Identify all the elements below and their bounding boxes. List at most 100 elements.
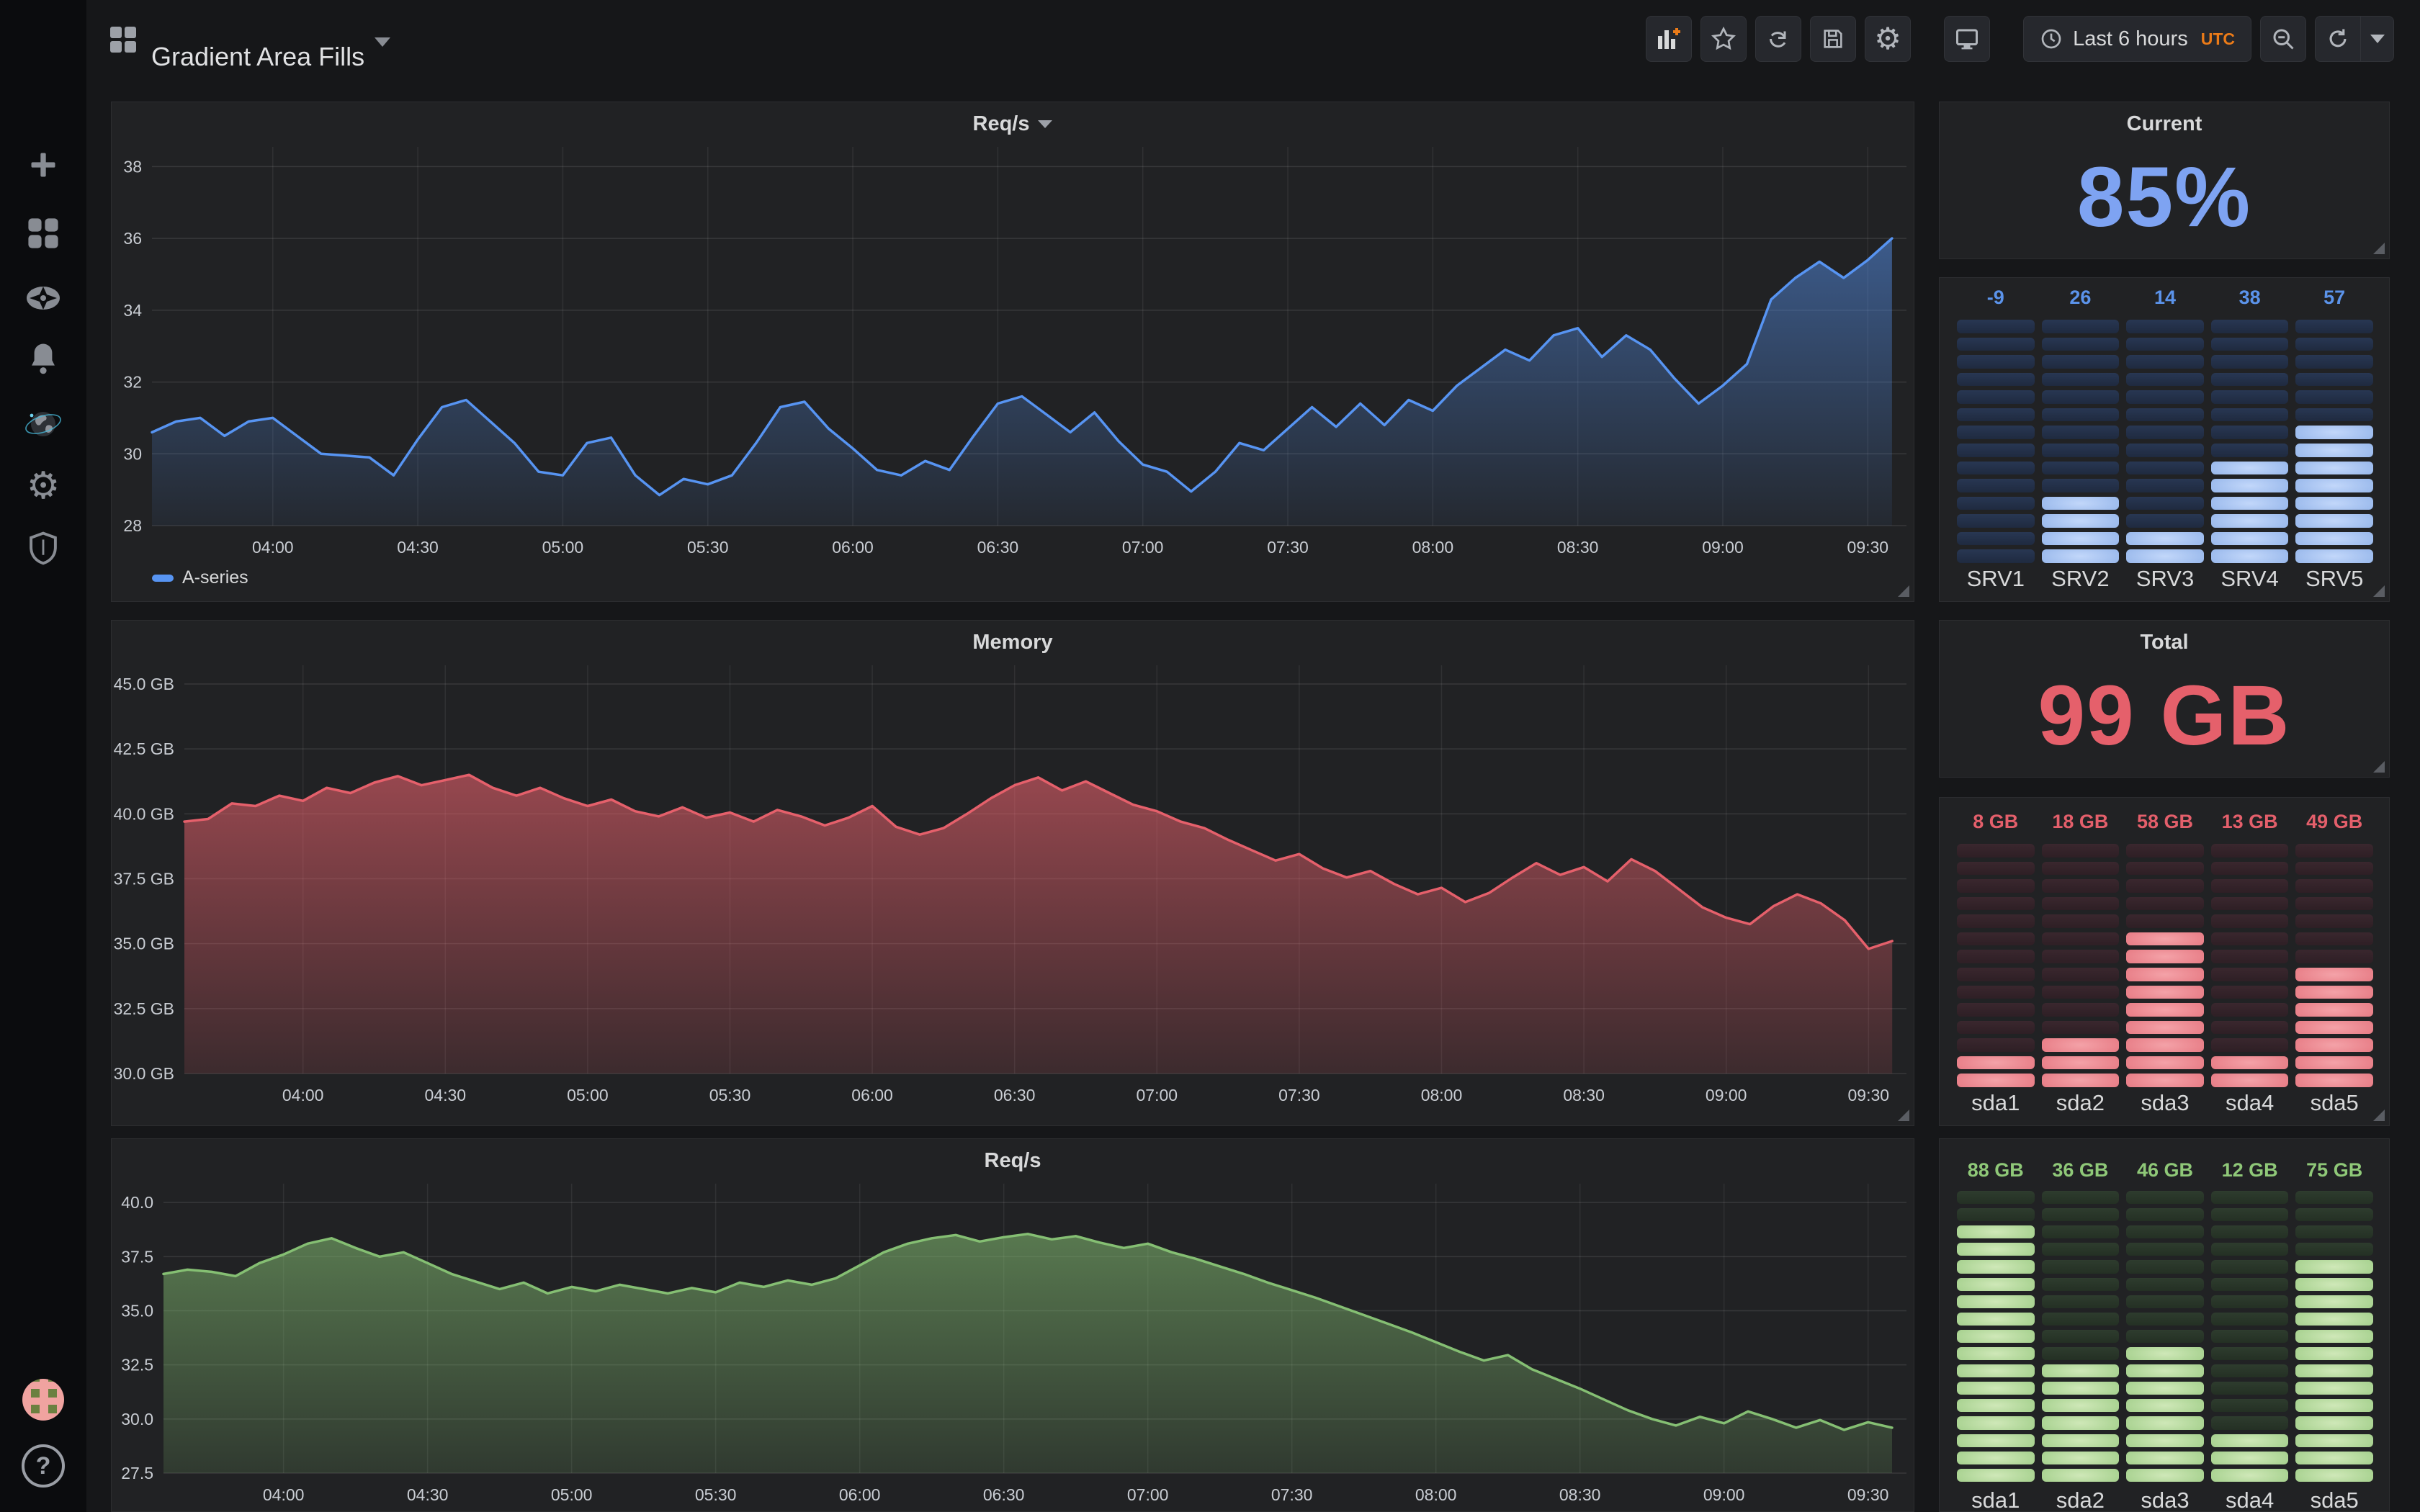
gauge-cell-unlit — [2126, 426, 2204, 439]
gauge-cell-unlit — [2126, 1260, 2204, 1273]
panel-resize-handle[interactable] — [1898, 585, 1909, 597]
gauge-cell-lit — [2042, 1469, 2120, 1482]
gauge-cell-stack — [2042, 320, 2120, 563]
dashboard-settings-button[interactable]: ⚙ — [1865, 16, 1911, 62]
panel-resize-handle[interactable] — [2373, 243, 2385, 254]
gauge-cell-unlit — [2042, 879, 2120, 893]
lcd-gauge-column: -9SRV1 — [1957, 278, 2035, 601]
gauge-cell-lit — [2295, 532, 2373, 546]
refresh-interval-button[interactable] — [2361, 16, 2394, 62]
panel-title-current[interactable]: Current — [1940, 102, 2389, 145]
gauge-cell-unlit — [2211, 426, 2289, 439]
gauge-cell-unlit — [2211, 932, 2289, 946]
svg-text:09:00: 09:00 — [1703, 1485, 1745, 1504]
gauge-cell-unlit — [1957, 426, 2035, 439]
gauge-name-label: sda2 — [2042, 1488, 2120, 1512]
sidebar-item-create[interactable] — [0, 135, 86, 195]
panel-title-total[interactable]: Total — [1940, 621, 2389, 664]
gauge-cell-unlit — [2042, 932, 2120, 946]
gauge-cell-lit — [1957, 1313, 2035, 1326]
gauge-cell-unlit — [2211, 1295, 2289, 1308]
total-stat-value: 99 GB — [1940, 662, 2389, 768]
panel-title-reqs-green[interactable]: Req/s — [112, 1139, 1914, 1182]
lcd-gauge-column: 18 GBsda2 — [2042, 798, 2120, 1125]
gauge-cell-unlit — [1957, 549, 2035, 563]
save-button[interactable] — [1810, 16, 1856, 62]
svg-text:30: 30 — [123, 444, 142, 463]
user-avatar[interactable] — [0, 1369, 86, 1430]
svg-text:27.5: 27.5 — [121, 1464, 153, 1482]
sidebar-item-server-admin[interactable] — [0, 518, 86, 578]
gauge-value-label: 88 GB — [1957, 1159, 2035, 1182]
share-button[interactable] — [1755, 16, 1801, 62]
panel-srv-gauge-blue: -9SRV126SRV214SRV338SRV457SRV5 — [1939, 277, 2390, 602]
gauge-cell-unlit — [2211, 373, 2289, 387]
title-dropdown-icon[interactable] — [375, 37, 390, 47]
gauge-cell-unlit — [2211, 390, 2289, 404]
gauge-cell-unlit — [1957, 862, 2035, 876]
svg-text:06:00: 06:00 — [839, 1485, 881, 1504]
lcd-gauge-column: 75 GBsda5 — [2295, 1139, 2373, 1511]
gauge-cell-unlit — [2126, 408, 2204, 422]
add-panel-button[interactable] — [1646, 16, 1692, 62]
gauge-cell-unlit — [1957, 914, 2035, 928]
dashboard-grid-icon[interactable] — [109, 26, 137, 57]
star-button[interactable] — [1700, 16, 1747, 62]
sidebar-item-help[interactable]: ? — [0, 1436, 86, 1496]
gauge-cell-unlit — [2042, 862, 2120, 876]
gauge-cell-unlit — [2295, 862, 2373, 876]
sidebar-item-dashboards[interactable] — [0, 203, 86, 264]
gauge-cell-unlit — [2042, 1003, 2120, 1017]
panel-resize-handle[interactable] — [1898, 1110, 1909, 1121]
gauge-cell-unlit — [2295, 408, 2373, 422]
gauge-cell-unlit — [2126, 497, 2204, 510]
chevron-down-icon — [2370, 35, 2385, 43]
gauge-name-label: SRV4 — [2211, 566, 2289, 592]
time-range-picker[interactable]: Last 6 hours UTC — [2023, 16, 2251, 62]
gauge-cell-lit — [2042, 1382, 2120, 1395]
memory-chart[interactable]: 04:0004:3005:0005:3006:0006:3007:0007:30… — [112, 621, 1915, 1127]
panel-resize-handle[interactable] — [2373, 1110, 2385, 1121]
refresh-button[interactable] — [2315, 16, 2361, 62]
panel-title-memory[interactable]: Memory — [112, 621, 1914, 664]
gauge-cell-unlit — [2042, 914, 2120, 928]
gauge-cell-unlit — [2042, 1243, 2120, 1256]
legend-item-a-series[interactable]: A-series — [152, 567, 248, 588]
gauge-cell-stack — [1957, 844, 2035, 1087]
cycle-view-button[interactable] — [1944, 16, 1990, 62]
sidebar-item-explore[interactable] — [0, 268, 86, 328]
reqs-green-chart[interactable]: 04:0004:3005:0005:3006:0006:3007:0007:30… — [112, 1139, 1915, 1512]
svg-text:06:00: 06:00 — [851, 1086, 893, 1104]
gauge-cell-unlit — [2295, 1243, 2373, 1256]
gauge-cell-stack — [2211, 320, 2289, 563]
svg-text:06:30: 06:30 — [994, 1086, 1036, 1104]
gauge-cell-lit — [2126, 1074, 2204, 1087]
sidebar-item-worldmap[interactable] — [0, 394, 86, 454]
gauge-cell-lit — [2126, 986, 2204, 999]
panel-resize-handle[interactable] — [2373, 585, 2385, 597]
panel-resize-handle[interactable] — [2373, 761, 2385, 773]
gauge-cell-unlit — [2042, 1191, 2120, 1204]
gauge-cell-lit — [2295, 1469, 2373, 1482]
gauge-name-label: sda5 — [2295, 1090, 2373, 1116]
gauge-cell-unlit — [1957, 1208, 2035, 1221]
gauge-cell-lit — [2126, 1434, 2204, 1447]
sidebar-item-configuration[interactable]: ⚙ — [0, 456, 86, 516]
reqs-blue-chart[interactable]: 04:0004:3005:0005:3006:0006:3007:0007:30… — [112, 102, 1915, 603]
gauge-cell-unlit — [2211, 1416, 2289, 1429]
gauge-value-label: 8 GB — [1957, 811, 2035, 833]
svg-text:28: 28 — [123, 516, 142, 535]
sidebar-item-alerting[interactable] — [0, 328, 86, 388]
gauge-name-label: sda3 — [2126, 1090, 2204, 1116]
gauge-cell-unlit — [2126, 514, 2204, 528]
gauge-cell-stack — [2295, 320, 2373, 563]
zoom-out-button[interactable] — [2260, 16, 2306, 62]
gauge-cell-unlit — [2126, 1330, 2204, 1343]
page-title[interactable]: Gradient Area Fills — [151, 42, 364, 72]
panel-title-reqs-blue[interactable]: Req/s — [112, 102, 1914, 145]
gauge-cell-lit — [2211, 479, 2289, 492]
gauge-cell-lit — [2211, 1452, 2289, 1464]
gauge-cell-unlit — [2042, 844, 2120, 858]
svg-text:07:30: 07:30 — [1267, 538, 1309, 557]
svg-text:08:30: 08:30 — [1559, 1485, 1601, 1504]
